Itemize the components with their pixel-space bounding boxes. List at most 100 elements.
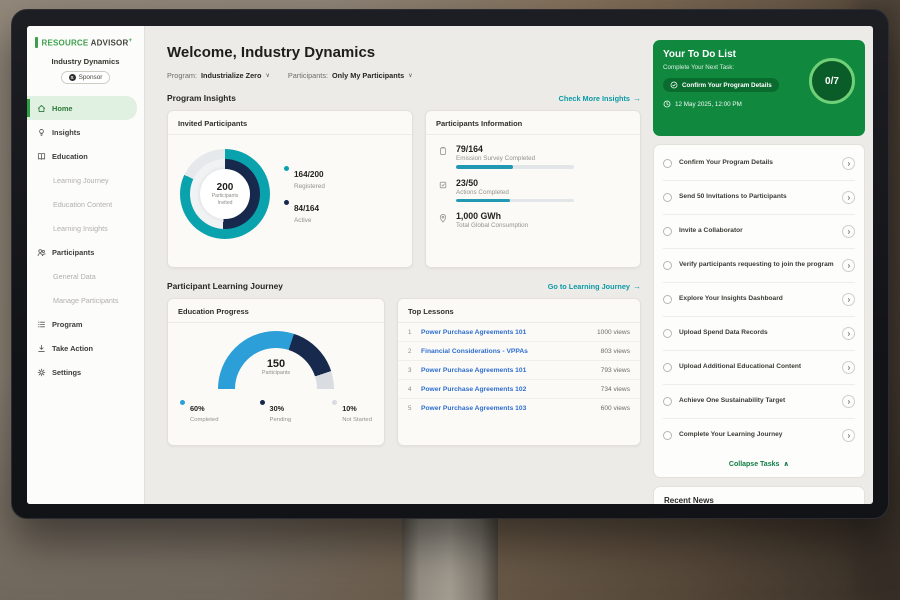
lesson-link[interactable]: Power Purchase Agreements 103 xyxy=(421,405,594,412)
lesson-link[interactable]: Power Purchase Agreements 102 xyxy=(421,386,594,393)
legend-item-registered: 164/200 Registered xyxy=(284,164,325,190)
recent-news-title: Recent News xyxy=(664,496,854,504)
sidebar-item-label: Take Action xyxy=(52,344,93,353)
link-label: Go to Learning Journey xyxy=(548,282,630,291)
org-name: Industry Dynamics xyxy=(27,57,144,66)
task-row[interactable]: Invite a Collaborator xyxy=(663,215,855,249)
learning-journey-header: Participant Learning Journey Go to Learn… xyxy=(167,281,641,291)
lesson-views: 734 views xyxy=(601,386,630,393)
lesson-rank: 2 xyxy=(408,348,414,355)
sidebar-item-manage-participants[interactable]: Manage Participants xyxy=(27,288,144,312)
program-filter-dropdown[interactable]: Program: Industrialize Zero ∨ xyxy=(167,71,270,80)
task-row[interactable]: Send 50 Invitations to Participants xyxy=(663,181,855,215)
sidebar-item-learning-journey[interactable]: Learning Journey xyxy=(27,168,144,192)
lesson-views: 1000 views xyxy=(597,329,630,336)
task-open-button[interactable] xyxy=(842,327,855,340)
task-checkbox[interactable] xyxy=(663,329,672,338)
task-row[interactable]: Achieve One Sustainability Target xyxy=(663,385,855,419)
sidebar-item-insights[interactable]: Insights xyxy=(27,120,144,144)
gauge-center: 150 Participants xyxy=(218,358,334,376)
donut-legend: 164/200 Registered 84/164 Active xyxy=(284,156,325,232)
program-filter-label: Program: xyxy=(167,71,197,80)
sidebar-item-label: Education xyxy=(52,152,88,161)
task-open-button[interactable] xyxy=(842,259,855,272)
lesson-views: 600 views xyxy=(601,405,630,412)
task-open-button[interactable] xyxy=(842,157,855,170)
collapse-tasks-button[interactable]: Collapse Tasks ∧ xyxy=(663,452,855,475)
card-title: Invited Participants xyxy=(168,111,412,135)
task-checkbox[interactable] xyxy=(663,295,672,304)
task-row[interactable]: Verify participants requesting to join t… xyxy=(663,249,855,283)
next-task-pill[interactable]: Confirm Your Program Details xyxy=(663,78,779,92)
chevron-down-icon: ∨ xyxy=(265,73,269,79)
task-open-button[interactable] xyxy=(842,429,855,442)
sidebar-item-take-action[interactable]: Take Action xyxy=(27,336,144,360)
task-open-button[interactable] xyxy=(842,395,855,408)
sidebar-item-label: Education Content xyxy=(53,200,112,209)
invited-donut-chart: 200 Participants Invited xyxy=(180,149,270,239)
task-row[interactable]: Upload Additional Educational Content xyxy=(663,351,855,385)
sidebar-item-learning-insights[interactable]: Learning Insights xyxy=(27,216,144,240)
task-row[interactable]: Complete Your Learning Journey xyxy=(663,419,855,452)
legend-item-pending: 30% Pending xyxy=(260,398,292,423)
sidebar-item-label: Manage Participants xyxy=(53,296,119,305)
check-more-insights-link[interactable]: Check More Insights → xyxy=(559,94,641,103)
sidebar-item-home[interactable]: Home xyxy=(27,96,137,120)
chevron-right-icon xyxy=(846,195,852,201)
go-to-learning-journey-link[interactable]: Go to Learning Journey → xyxy=(548,282,641,291)
todo-due-text: 12 May 2025, 12:00 PM xyxy=(675,101,742,108)
next-task-label: Confirm Your Program Details xyxy=(682,82,772,89)
monitor-stand xyxy=(402,518,498,600)
task-row[interactable]: Upload Spend Data Records xyxy=(663,317,855,351)
task-label: Confirm Your Program Details xyxy=(679,159,835,168)
sidebar-item-education-content[interactable]: Education Content xyxy=(27,192,144,216)
todo-summary-card: Your To Do List Complete Your Next Task:… xyxy=(653,40,865,136)
link-label: Check More Insights xyxy=(559,94,630,103)
chevron-right-icon xyxy=(846,433,852,439)
task-open-button[interactable] xyxy=(842,361,855,374)
chevron-right-icon xyxy=(846,161,852,167)
task-checkbox[interactable] xyxy=(663,159,672,168)
page-title: Welcome, Industry Dynamics xyxy=(167,44,641,61)
task-checkbox[interactable] xyxy=(663,363,672,372)
sidebar-item-general-data[interactable]: General Data xyxy=(27,264,144,288)
task-checkbox[interactable] xyxy=(663,397,672,406)
sponsor-label: Sponsor xyxy=(79,74,103,81)
lesson-link[interactable]: Financial Considerations - VPPAs xyxy=(421,348,594,355)
sidebar-item-settings[interactable]: Settings xyxy=(27,360,144,384)
check-circle-icon xyxy=(670,81,678,89)
sidebar-item-program[interactable]: Program xyxy=(27,312,144,336)
chevron-right-icon xyxy=(846,297,852,303)
info-row-consumption: 1,000 GWh Total Global Consumption xyxy=(438,211,628,232)
participants-information-card: Participants Information 79/164 Emission… xyxy=(425,110,641,268)
legend-item-completed: 60% Completed xyxy=(180,398,219,423)
task-checkbox[interactable] xyxy=(663,431,672,440)
lesson-link[interactable]: Power Purchase Agreements 101 xyxy=(421,329,590,336)
task-open-button[interactable] xyxy=(842,191,855,204)
info-row-emission-survey: 79/164 Emission Survey Completed xyxy=(438,144,628,169)
task-label: Achieve One Sustainability Target xyxy=(679,397,835,406)
sidebar-item-education[interactable]: Education xyxy=(27,144,144,168)
lesson-row: 3 Power Purchase Agreements 101 793 view… xyxy=(398,361,640,380)
legend-value: 30% xyxy=(270,404,285,413)
lesson-rank: 1 xyxy=(408,329,414,336)
task-checkbox[interactable] xyxy=(663,227,672,236)
task-checkbox[interactable] xyxy=(663,193,672,202)
clock-icon xyxy=(663,100,671,108)
lesson-link[interactable]: Power Purchase Agreements 101 xyxy=(421,367,594,374)
task-open-button[interactable] xyxy=(842,225,855,238)
task-row[interactable]: Confirm Your Program Details xyxy=(663,147,855,181)
sidebar: RESOURCE ADVISOR+ Industry Dynamics S Sp… xyxy=(27,26,145,504)
task-row[interactable]: Explore Your Insights Dashboard xyxy=(663,283,855,317)
task-open-button[interactable] xyxy=(842,293,855,306)
info-value: 1,000 GWh xyxy=(456,211,528,221)
app-logo[interactable]: RESOURCE ADVISOR+ xyxy=(27,26,144,48)
legend-label: Not Started xyxy=(342,417,372,423)
gauge-center-value: 150 xyxy=(218,358,334,370)
sidebar-item-participants[interactable]: Participants xyxy=(27,240,144,264)
task-checkbox[interactable] xyxy=(663,261,672,270)
sidebar-item-label: Home xyxy=(52,104,73,113)
legend-dot xyxy=(284,200,289,205)
lightbulb-icon xyxy=(37,128,46,137)
participants-filter-dropdown[interactable]: Participants: Only My Participants ∨ xyxy=(288,71,413,80)
